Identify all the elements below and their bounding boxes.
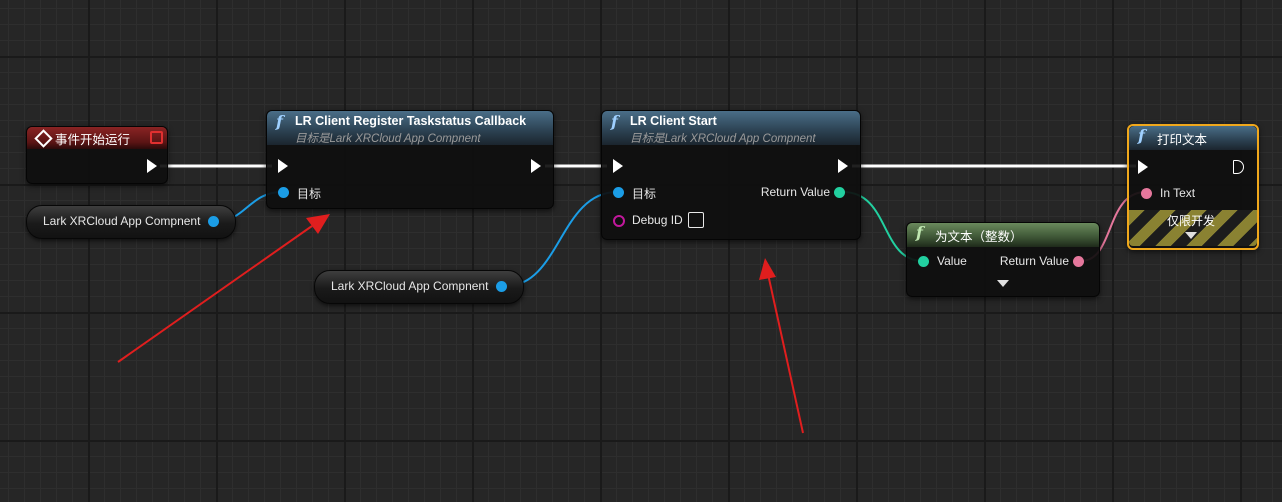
print-node-title: 打印文本 (1157, 133, 1208, 147)
register-exec-out-pin[interactable] (531, 159, 541, 173)
start-node-subtitle: 目标是Lark XRCloud App Compnent (630, 133, 816, 145)
print-in-text-label: In Text (1160, 186, 1196, 200)
client-start-node[interactable]: f LR Client Start 目标是Lark XRCloud App Co… (601, 110, 861, 240)
var-node-lark-app-2[interactable]: Lark XRCloud App Compnent (314, 270, 524, 304)
event-node-header: 事件开始运行 (27, 127, 167, 149)
var-node-label: Lark XRCloud App Compnent (331, 279, 489, 293)
start-return-value-pin[interactable] (834, 187, 845, 198)
to-text-node-title: 为文本（整数） (935, 230, 1023, 244)
start-target-label: 目标 (632, 187, 657, 201)
event-exec-out-pin[interactable] (147, 159, 157, 173)
start-exec-in-pin[interactable] (613, 159, 623, 173)
start-debug-id-pin[interactable] (613, 215, 625, 227)
var-object-out-pin[interactable] (208, 216, 219, 227)
development-only-banner: 仅限开发 (1129, 210, 1257, 246)
development-only-label: 仅限开发 (1167, 214, 1216, 228)
print-node-header: f 打印文本 (1129, 126, 1257, 150)
print-exec-out-pin[interactable] (1233, 160, 1244, 174)
start-node-header: f LR Client Start 目标是Lark XRCloud App Co… (602, 111, 860, 145)
register-node-title: LR Client Register Taskstatus Callback (295, 114, 527, 128)
function-icon: f (276, 112, 283, 131)
register-node-subtitle: 目标是Lark XRCloud App Compnent (295, 133, 481, 145)
to-text-return-label: Return Value (999, 254, 1069, 268)
start-target-pin[interactable] (613, 187, 624, 198)
to-text-value-label: Value (937, 254, 967, 268)
print-in-text-pin[interactable] (1141, 188, 1152, 199)
register-exec-in-pin[interactable] (278, 159, 288, 173)
function-icon: f (611, 112, 618, 131)
delegate-pin-icon[interactable] (150, 131, 163, 144)
event-diamond-icon (34, 129, 53, 148)
start-exec-out-pin[interactable] (838, 159, 848, 173)
register-target-pin[interactable] (278, 187, 289, 198)
debug-id-checkbox[interactable] (688, 212, 704, 228)
function-icon: f (916, 223, 923, 242)
print-exec-in-pin[interactable] (1138, 160, 1148, 174)
to-text-return-value-pin[interactable] (1073, 256, 1084, 267)
annotation-arrow-2 (759, 258, 804, 434)
register-target-label: 目标 (297, 187, 322, 201)
to-text-integer-node[interactable]: f 为文本（整数） Value Return Value (906, 222, 1100, 297)
register-node-header: f LR Client Register Taskstatus Callback… (267, 111, 553, 145)
var-object-out-pin[interactable] (496, 281, 507, 292)
var-node-label: Lark XRCloud App Compnent (43, 214, 201, 228)
start-debug-id-label: Debug ID (632, 213, 683, 227)
to-text-node-header: f 为文本（整数） (907, 223, 1099, 247)
start-return-label: Return Value (760, 185, 830, 199)
function-icon: f (1138, 126, 1145, 145)
event-begin-play-node[interactable]: 事件开始运行 (26, 126, 168, 184)
start-node-title: LR Client Start (630, 114, 717, 128)
expand-arrow-icon[interactable] (1185, 232, 1197, 239)
expand-arrow-icon[interactable] (997, 280, 1009, 287)
to-text-value-pin[interactable] (918, 256, 929, 267)
var-node-lark-app-1[interactable]: Lark XRCloud App Compnent (26, 205, 236, 239)
register-callback-node[interactable]: f LR Client Register Taskstatus Callback… (266, 110, 554, 209)
event-node-title: 事件开始运行 (55, 133, 131, 147)
print-string-node[interactable]: f 打印文本 In Text 仅限开发 (1127, 124, 1259, 250)
